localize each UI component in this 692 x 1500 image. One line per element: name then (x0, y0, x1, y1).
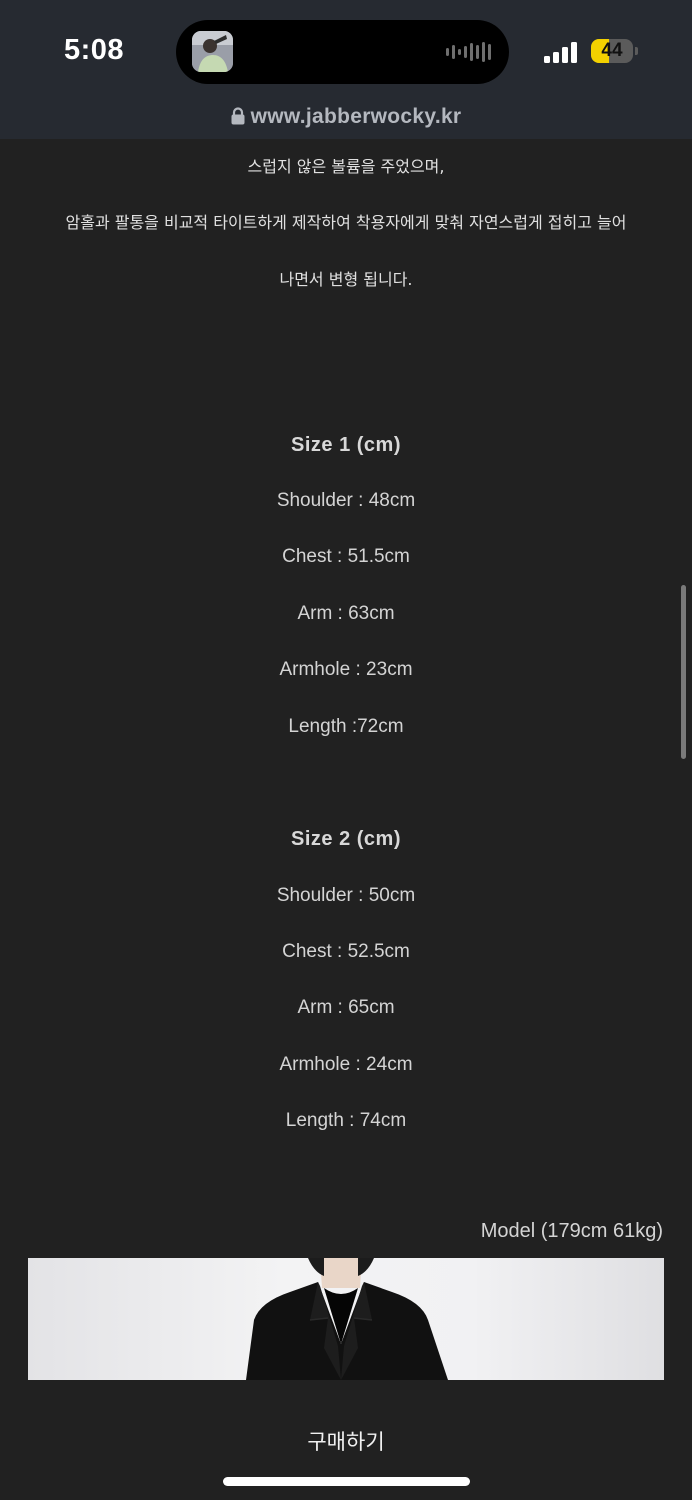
now-playing-artwork (192, 31, 233, 72)
battery-nub (635, 47, 638, 55)
size2-shoulder: Shoulder : 50cm (276, 885, 416, 906)
model-photo (28, 1258, 664, 1380)
size2-arm: Arm : 65cm (297, 997, 395, 1018)
size1-arm: Arm : 63cm (297, 603, 395, 624)
description-line-1: 스럽지 않은 볼륨을 주었으며, (247, 157, 445, 176)
size2-title: Size 2 (cm) (291, 828, 401, 850)
scrollbar-thumb[interactable] (681, 585, 686, 759)
size1-shoulder: Shoulder : 48cm (276, 490, 416, 511)
size2-chest: Chest : 52.5cm (282, 941, 410, 962)
buy-button-label[interactable]: 구매하기 (0, 1426, 692, 1456)
cellular-signal-icon (544, 41, 580, 63)
dynamic-island[interactable] (176, 20, 509, 84)
home-indicator[interactable] (223, 1477, 470, 1486)
lock-icon (231, 107, 245, 131)
size1-armhole: Armhole : 23cm (279, 659, 413, 680)
description-line-2: 암홀과 팔통을 비교적 타이트하게 제작하여 착용자에게 맞춰 자연스럽게 접히… (65, 213, 627, 232)
size1-chest: Chest : 51.5cm (282, 546, 410, 567)
size2-armhole: Armhole : 24cm (279, 1054, 413, 1075)
battery-percent: 44 (601, 40, 623, 61)
url-text: www.jabberwocky.kr (250, 105, 462, 128)
status-bar: 5:08 44 www.jabberwocky.kr (0, 0, 692, 139)
size1-length: Length :72cm (288, 716, 404, 737)
description-line-3: 나면서 변형 됩니다. (279, 270, 413, 289)
model-caption: Model (179cm 61kg) (480, 1220, 663, 1242)
address-bar[interactable]: www.jabberwocky.kr (0, 105, 692, 131)
battery-icon: 44 (591, 39, 633, 63)
status-time: 5:08 (64, 34, 125, 66)
size1-title: Size 1 (cm) (291, 434, 401, 456)
size2-length: Length : 74cm (285, 1110, 407, 1131)
audio-waveform-icon (446, 42, 491, 62)
